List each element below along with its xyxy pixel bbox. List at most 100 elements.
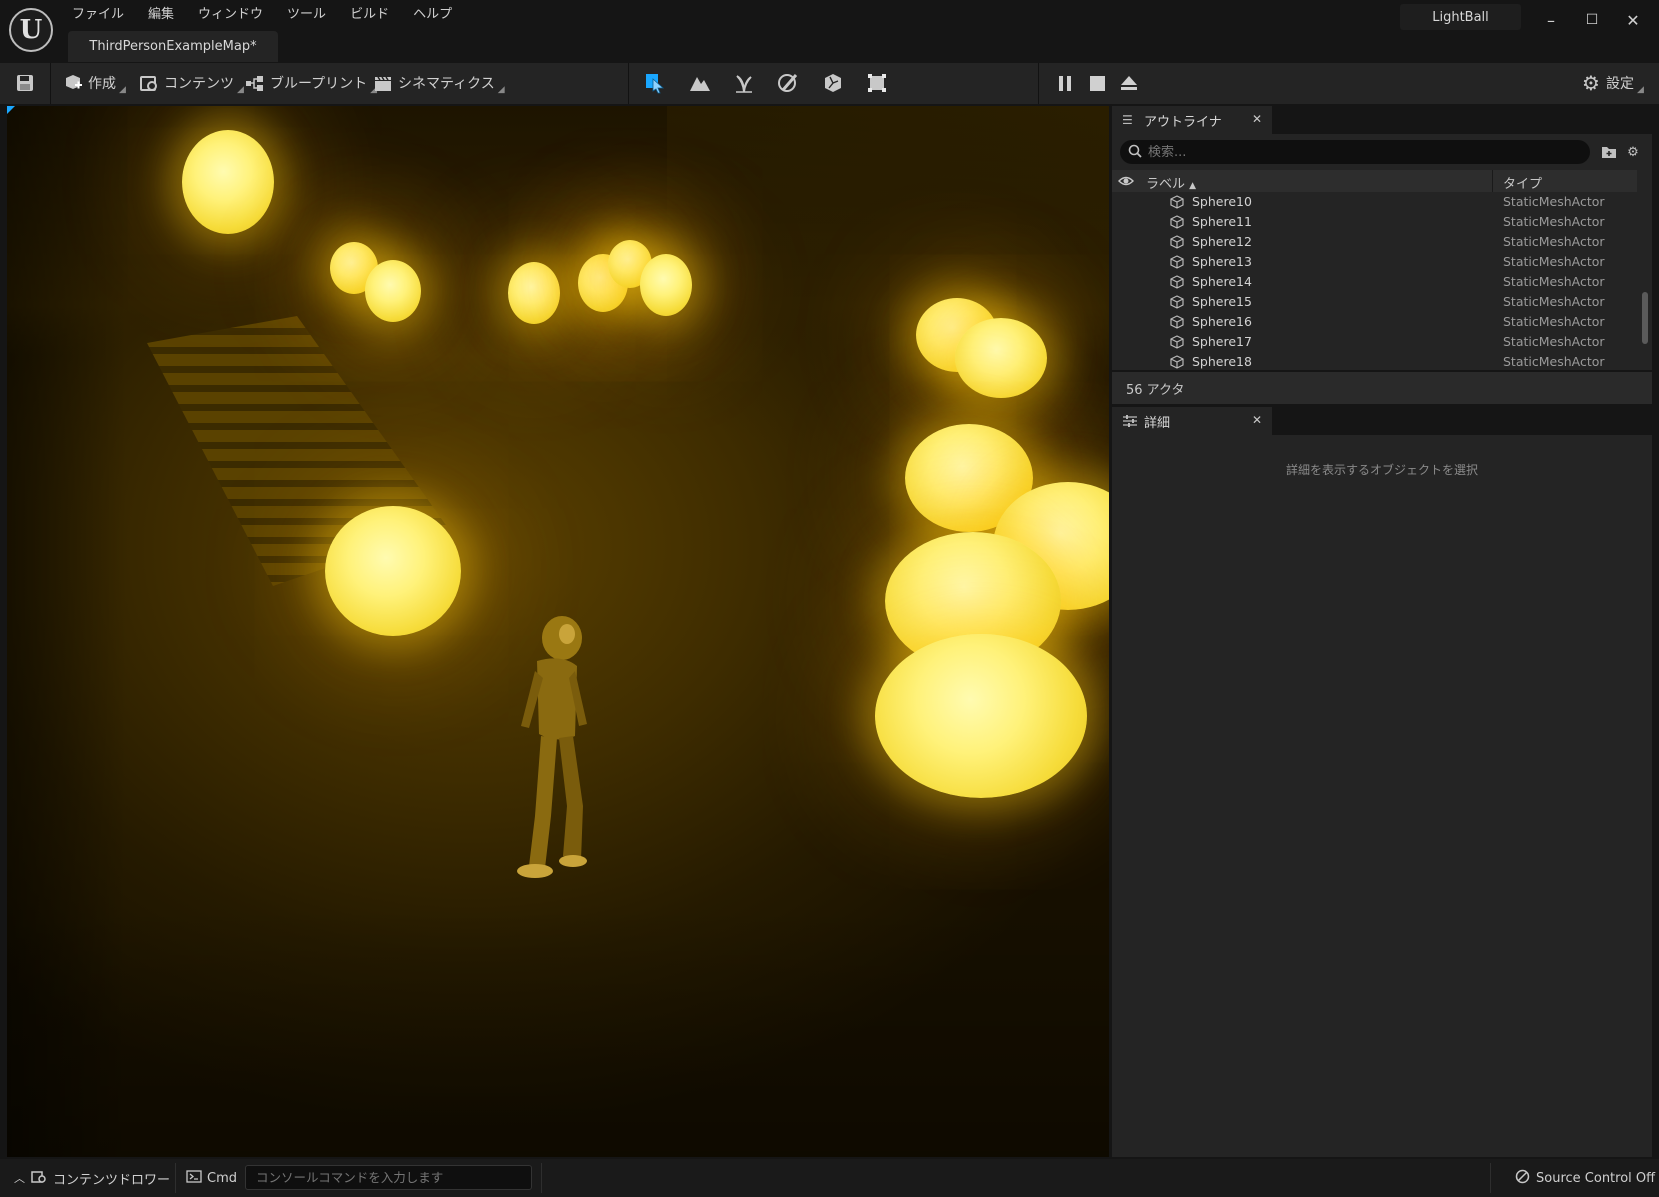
details-panel: 詳細を表示するオブジェクトを選択 [1112,435,1652,1157]
maximize-button[interactable]: ☐ [1574,4,1610,36]
terminal-icon [186,1169,202,1187]
close-icon[interactable]: ✕ [1252,413,1262,427]
chevron-up-icon: ︿ [14,1172,25,1185]
outliner-row[interactable]: Sphere18 StaticMeshActor [1112,352,1637,372]
outliner-row[interactable]: Sphere10 StaticMeshActor [1112,192,1637,212]
row-name: Sphere17 [1192,334,1252,349]
glowing-sphere[interactable] [508,262,560,324]
pause-button[interactable] [1054,69,1080,97]
row-type: StaticMeshActor [1503,234,1605,249]
cmd-button[interactable]: Cmd [186,1168,237,1188]
menu-edit[interactable]: 編集 [136,4,186,26]
row-type: StaticMeshActor [1503,294,1605,309]
content-drawer-button[interactable]: ︿ コンテンツドロワー [14,1168,170,1188]
eject-button[interactable] [1118,69,1144,97]
row-type: StaticMeshActor [1503,274,1605,289]
source-control-off-icon [1515,1169,1530,1188]
outliner-row[interactable]: Sphere11 StaticMeshActor [1112,212,1637,232]
mannequin-character[interactable] [507,616,607,896]
blueprint-button[interactable]: ブループリント ◢ [244,69,377,97]
menu-help[interactable]: ヘルプ [401,4,464,26]
menu-window[interactable]: ウィンドウ [186,4,275,26]
outliner-search[interactable] [1120,140,1590,164]
foliage-mode-button[interactable] [733,69,759,97]
landscape-mode-icon [689,72,711,94]
outliner-rows: Sphere10 StaticMeshActor Sphere11 Static… [1112,192,1637,372]
close-window-button[interactable]: ✕ [1615,4,1651,36]
outliner-row[interactable]: Sphere12 StaticMeshActor [1112,232,1637,252]
save-button[interactable] [14,69,40,97]
column-label-header[interactable]: ラベル ▲ [1146,173,1196,192]
create-label: 作成 [88,76,116,92]
outliner-panel: ⚙ ラベル ▲ タイプ Sphere10 StaticMeshActor Sph… [1112,134,1652,370]
glowing-sphere[interactable] [955,318,1047,398]
outliner-tab-label: アウトライナ [1144,114,1222,130]
glowing-sphere[interactable] [182,130,274,234]
title-bar: U ファイル 編集 ウィンドウ ツール ビルド ヘルプ ThirdPersonE… [0,0,1659,63]
scene-floor [7,906,1109,1157]
outliner-row[interactable]: Sphere13 StaticMeshActor [1112,252,1637,272]
static-mesh-icon [1170,295,1184,309]
content-button[interactable]: コンテンツ ◢ [138,69,244,97]
source-control-label: Source Control Off [1536,1170,1656,1186]
unreal-logo-icon[interactable]: U [9,8,53,52]
source-control-button[interactable]: Source Control Off [1515,1168,1655,1188]
project-name: LightBall [1400,4,1521,30]
geometry-mode-button[interactable] [866,69,892,97]
foliage-mode-icon [733,72,755,94]
save-icon [14,72,36,94]
menu-file[interactable]: ファイル [60,4,136,26]
outliner-row[interactable]: Sphere14 StaticMeshActor [1112,272,1637,292]
fracture-mode-button[interactable] [822,69,848,97]
glowing-sphere[interactable] [365,260,421,322]
search-input[interactable] [1148,144,1568,160]
content-drawer-label: コンテンツドロワー [53,1172,171,1188]
stop-button[interactable] [1086,69,1112,97]
visibility-eye-icon[interactable] [1118,173,1134,189]
details-tab-bar: 詳細 ✕ [1112,407,1652,435]
glowing-sphere[interactable] [875,634,1087,798]
gear-icon: ⚙ [1582,71,1600,95]
static-mesh-icon [1170,315,1184,329]
settings-button[interactable]: ⚙ 設定 ◢ [1580,69,1644,97]
create-button[interactable]: 作成 ◢ [62,69,126,97]
select-mode-button[interactable] [644,69,670,97]
outliner-row[interactable]: Sphere17 StaticMeshActor [1112,332,1637,352]
outliner-scrollbar[interactable] [1642,292,1648,344]
close-icon[interactable]: ✕ [1252,112,1262,126]
row-name: Sphere16 [1192,314,1252,329]
document-tab-map[interactable]: ThirdPersonExampleMap* [68,31,278,62]
blueprint-label: ブループリント [270,76,368,92]
outliner-row[interactable]: Sphere16 StaticMeshActor [1112,312,1637,332]
column-type-header[interactable]: タイプ [1503,173,1542,192]
console-command-input[interactable] [245,1165,532,1190]
cinematics-button[interactable]: シネマティクス ◢ [372,69,505,97]
outliner-settings-gear-icon[interactable]: ⚙ [1624,143,1642,161]
content-browser-icon [138,72,160,94]
menu-tools[interactable]: ツール [275,4,338,26]
status-bar: ︿ コンテンツドロワー Cmd Source Control Off [0,1159,1659,1197]
tab-details[interactable]: 詳細 ✕ [1112,407,1272,435]
mesh-paint-mode-button[interactable] [777,69,803,97]
menu-build[interactable]: ビルド [338,4,401,26]
create-actor-icon [62,72,84,94]
tab-outliner[interactable]: ☰ アウトライナ ✕ [1112,106,1272,134]
details-empty-message: 詳細を表示するオブジェクトを選択 [1285,463,1478,477]
static-mesh-icon [1170,255,1184,269]
viewport-focus-indicator [7,106,15,114]
sort-ascending-icon: ▲ [1189,181,1197,191]
row-type: StaticMeshActor [1503,254,1605,269]
settings-label: 設定 [1606,76,1634,92]
static-mesh-icon [1170,275,1184,289]
glowing-sphere[interactable] [325,506,461,636]
menu-bar: ファイル 編集 ウィンドウ ツール ビルド ヘルプ [60,4,464,26]
level-viewport[interactable] [7,106,1109,1157]
static-mesh-icon [1170,235,1184,249]
minimize-button[interactable]: – [1533,4,1569,36]
landscape-mode-button[interactable] [689,69,715,97]
add-folder-icon[interactable] [1600,143,1618,161]
outliner-row[interactable]: Sphere15 StaticMeshActor [1112,292,1637,312]
static-mesh-icon [1170,335,1184,349]
details-sliders-icon [1122,414,1138,428]
glowing-sphere[interactable] [640,254,692,316]
